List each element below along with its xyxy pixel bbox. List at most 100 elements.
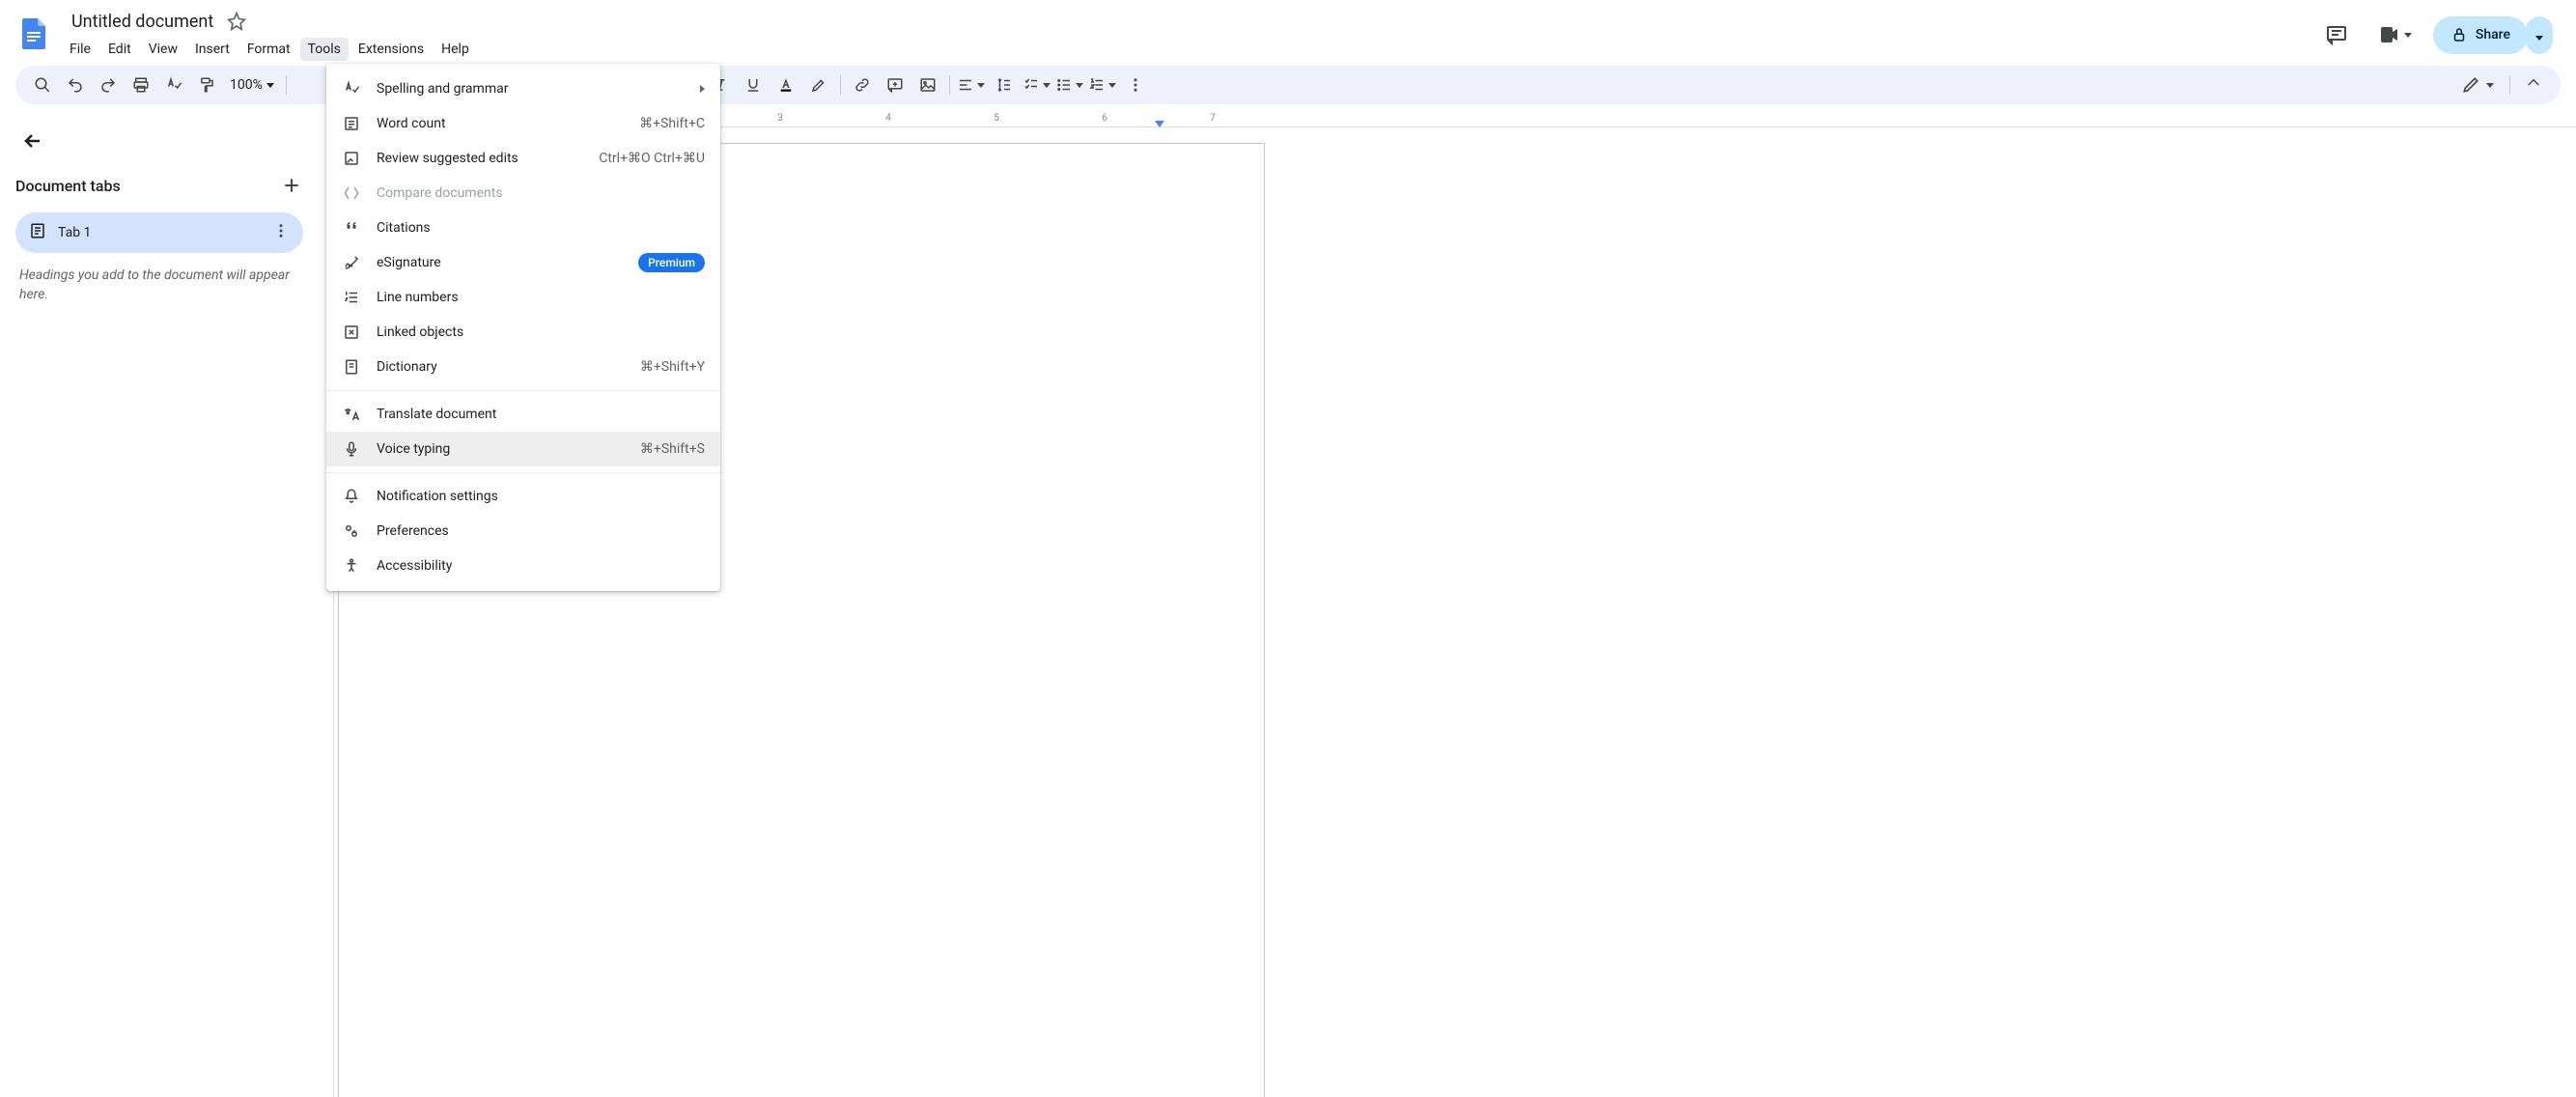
review-icon — [342, 149, 361, 168]
menu-notification-settings[interactable]: Notification settings — [326, 479, 720, 514]
share-container: Share — [2433, 16, 2553, 54]
underline-button[interactable] — [738, 70, 769, 100]
menu-insert[interactable]: Insert — [187, 38, 238, 61]
tab-more-button[interactable] — [272, 222, 290, 243]
ruler-mark: 4 — [885, 113, 891, 124]
star-icon[interactable] — [227, 12, 246, 31]
menu-tools[interactable]: Tools — [300, 38, 349, 61]
menu-help[interactable]: Help — [434, 38, 477, 61]
menu-label: Accessibility — [377, 558, 705, 574]
menu-shortcut: ⌘+Shift+Y — [640, 359, 705, 375]
bell-icon — [342, 487, 361, 506]
share-dropdown[interactable] — [2526, 16, 2553, 54]
meet-button[interactable] — [2367, 17, 2422, 52]
menu-label: Review suggested edits — [377, 151, 583, 166]
preferences-icon — [342, 521, 361, 541]
menu-extensions[interactable]: Extensions — [350, 38, 432, 61]
tab-item[interactable]: Tab 1 — [15, 212, 303, 253]
menu-review-edits[interactable]: Review suggested edits Ctrl+⌘O Ctrl+⌘U — [326, 141, 720, 176]
menu-translate[interactable]: Translate document — [326, 397, 720, 432]
search-button[interactable] — [27, 70, 58, 100]
ruler-mark: 3 — [777, 113, 783, 124]
numbered-list-button[interactable] — [1087, 70, 1118, 100]
docs-logo[interactable] — [15, 8, 54, 60]
sidebar: Document tabs Tab 1 Headings you add to … — [0, 112, 319, 1097]
accessibility-icon — [342, 556, 361, 576]
more-toolbar-button[interactable] — [1120, 70, 1151, 100]
zoom-value: 100% — [230, 77, 263, 93]
menu-bar: File Edit View Insert Format Tools Exten… — [62, 35, 2317, 64]
toolbar-right — [2453, 70, 2549, 100]
redo-button[interactable] — [93, 70, 124, 100]
menu-view[interactable]: View — [141, 38, 185, 61]
paint-format-button[interactable] — [191, 70, 222, 100]
doc-title[interactable]: Untitled document — [66, 10, 219, 34]
menu-linked-objects[interactable]: Linked objects — [326, 315, 720, 350]
ruler-indent-marker[interactable] — [1155, 121, 1164, 127]
menu-shortcut: ⌘+Shift+C — [639, 116, 705, 131]
compare-icon — [342, 183, 361, 203]
highlight-button[interactable] — [803, 70, 834, 100]
caret-down-icon — [2486, 83, 2494, 88]
menu-accessibility[interactable]: Accessibility — [326, 548, 720, 583]
spellcheck-icon — [342, 79, 361, 98]
menu-shortcut: ⌘+Shift+S — [640, 441, 705, 457]
link-button[interactable] — [847, 70, 878, 100]
share-button[interactable]: Share — [2433, 16, 2528, 54]
sidebar-hint: Headings you add to the document will ap… — [15, 267, 303, 304]
menu-line-numbers[interactable]: Line numbers — [326, 280, 720, 315]
add-tab-button[interactable] — [280, 174, 303, 197]
sidebar-header: Document tabs — [15, 174, 303, 197]
menu-label: Compare documents — [377, 185, 705, 201]
caret-down-icon — [1076, 83, 1083, 88]
menu-dictionary[interactable]: Dictionary ⌘+Shift+Y — [326, 350, 720, 384]
editing-mode-button[interactable] — [2453, 71, 2502, 98]
comments-button[interactable] — [2317, 15, 2356, 54]
menu-voice-typing[interactable]: Voice typing ⌘+Shift+S — [326, 432, 720, 466]
bullet-list-button[interactable] — [1054, 70, 1085, 100]
menu-edit[interactable]: Edit — [100, 38, 139, 61]
caret-down-icon — [2535, 36, 2543, 41]
menu-preferences[interactable]: Preferences — [326, 514, 720, 548]
menu-citations[interactable]: Citations — [326, 211, 720, 245]
toolbar-separator — [2509, 75, 2510, 95]
zoom-selector[interactable]: 100% — [224, 77, 280, 93]
tools-dropdown: Spelling and grammar Word count ⌘+Shift+… — [326, 64, 720, 591]
ruler-mark: 6 — [1102, 113, 1107, 124]
linked-objects-icon — [342, 323, 361, 342]
collapse-button[interactable] — [2518, 70, 2549, 100]
toolbar-separator — [286, 75, 287, 95]
menu-label: Spelling and grammar — [377, 81, 685, 97]
word-count-icon — [342, 114, 361, 133]
share-label: Share — [2476, 27, 2510, 42]
sidebar-back-button[interactable] — [15, 124, 50, 158]
undo-button[interactable] — [60, 70, 91, 100]
print-button[interactable] — [126, 70, 156, 100]
menu-label: Notification settings — [377, 489, 705, 504]
citations-icon — [342, 218, 361, 238]
align-button[interactable] — [956, 70, 987, 100]
caret-down-icon — [266, 83, 274, 88]
menu-format[interactable]: Format — [239, 38, 298, 61]
caret-down-icon — [977, 83, 985, 88]
menu-word-count[interactable]: Word count ⌘+Shift+C — [326, 106, 720, 141]
image-button[interactable] — [912, 70, 943, 100]
menu-spelling-grammar[interactable]: Spelling and grammar — [326, 71, 720, 106]
spellcheck-button[interactable] — [158, 70, 189, 100]
text-color-button[interactable] — [770, 70, 801, 100]
menu-label: Word count — [377, 116, 624, 131]
menu-label: Preferences — [377, 523, 705, 539]
dictionary-icon — [342, 357, 361, 377]
checklist-button[interactable] — [1022, 70, 1052, 100]
translate-icon — [342, 405, 361, 424]
menu-compare-documents: Compare documents — [326, 176, 720, 211]
comment-button[interactable] — [880, 70, 910, 100]
ruler-mark: 5 — [994, 113, 999, 124]
premium-badge: Premium — [638, 253, 705, 272]
menu-label: Line numbers — [377, 290, 705, 305]
menu-label: Translate document — [377, 407, 705, 422]
line-spacing-button[interactable] — [989, 70, 1020, 100]
menu-esignature[interactable]: eSignature Premium — [326, 245, 720, 280]
menu-label: Voice typing — [377, 441, 625, 457]
menu-file[interactable]: File — [62, 38, 98, 61]
